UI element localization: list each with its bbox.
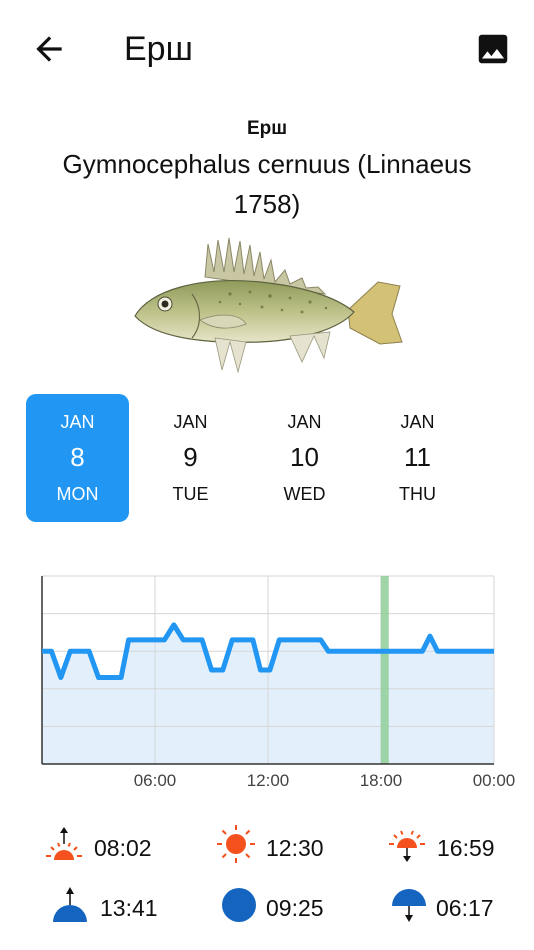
fish-scientific-name: Gymnocephalus cernuus (Linnaeus 1758) <box>62 149 472 219</box>
day-month: JAN <box>173 412 208 432</box>
moonrise-icon <box>53 887 87 922</box>
day-tab-jan-9[interactable]: JAN 9 TUE <box>139 394 242 522</box>
arrow-back-icon[interactable] <box>30 30 68 68</box>
day-weekday: MON <box>56 484 99 504</box>
current-time-marker <box>380 576 389 764</box>
day-weekday: THU <box>399 484 436 504</box>
sunset-icon <box>389 830 425 862</box>
sunrise-icon <box>46 827 82 860</box>
fish-local-name: Ерш <box>246 118 288 139</box>
sun-icon <box>217 825 255 863</box>
day-selector: JAN 8 MON JAN 9 TUE JAN 10 WED JAN 11 TH… <box>26 394 508 522</box>
day-month: JAN <box>287 412 322 432</box>
activity-chart: 06:00 12:00 18:00 00:00 <box>41 575 516 790</box>
image-icon[interactable] <box>474 30 512 68</box>
sun-times-row: 08:02 12:30 16:59 <box>0 824 534 874</box>
day-weekday: WED <box>283 484 326 504</box>
app-bar: Ерш <box>0 0 534 100</box>
x-tick-label: 12:00 <box>247 771 290 790</box>
x-tick-label: 00:00 <box>473 771 516 790</box>
sunrise-time: 08:02 <box>94 835 152 861</box>
day-number: 11 <box>404 442 431 472</box>
day-tab-jan-10[interactable]: JAN 10 WED <box>253 394 356 522</box>
day-month: JAN <box>400 412 435 432</box>
day-number: 8 <box>70 442 85 472</box>
day-tab-jan-8[interactable]: JAN 8 MON <box>26 394 129 522</box>
moon-icon <box>222 888 256 922</box>
moonset-time: 06:17 <box>436 895 494 921</box>
day-number: 10 <box>290 442 319 472</box>
fish-illustration <box>134 237 403 374</box>
sunset-time: 16:59 <box>437 835 495 861</box>
day-month: JAN <box>60 412 95 432</box>
day-weekday: TUE <box>172 484 209 504</box>
x-tick-label: 06:00 <box>134 771 177 790</box>
page-title: Ерш <box>124 30 193 68</box>
day-number: 9 <box>183 442 198 472</box>
moon-transit-time: 09:25 <box>266 895 324 921</box>
day-tab-jan-11[interactable]: JAN 11 THU <box>366 394 469 522</box>
sun-transit-time: 12:30 <box>266 835 324 861</box>
moon-times-row: 13:41 09:25 06:17 <box>0 884 534 934</box>
x-tick-label: 18:00 <box>360 771 403 790</box>
moonset-icon <box>392 889 426 922</box>
moonrise-time: 13:41 <box>100 895 158 921</box>
